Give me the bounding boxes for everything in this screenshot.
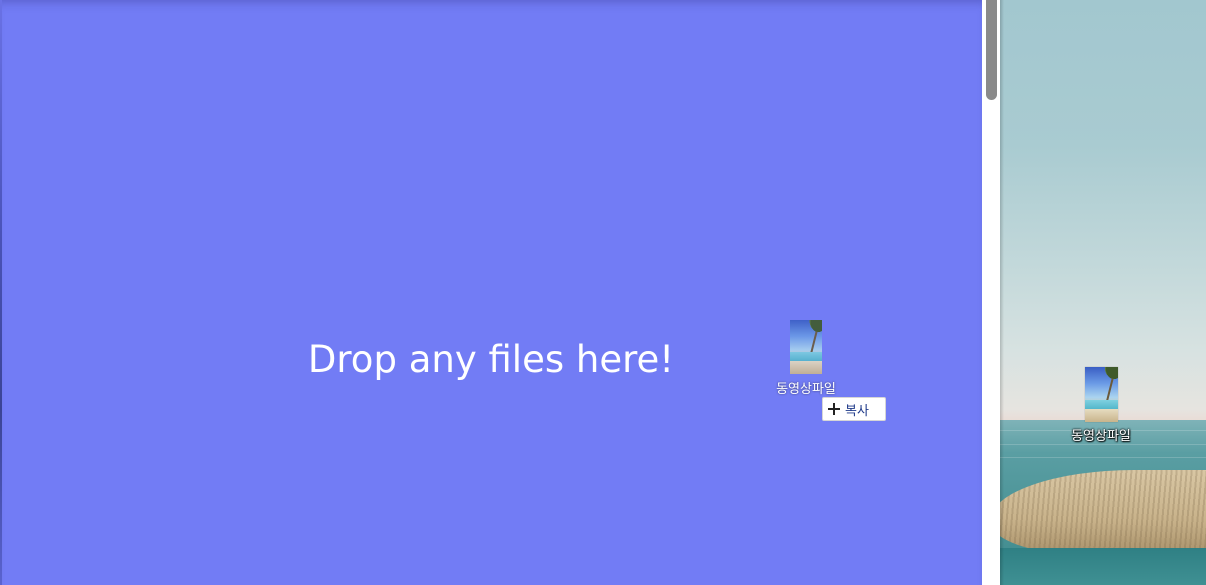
- desktop-file-label[interactable]: 동영상파일: [1058, 428, 1144, 446]
- scrollbar-thumb[interactable]: [986, 0, 997, 100]
- desktop-wallpaper: [1000, 0, 1206, 585]
- window-edge-shadow: [1000, 0, 1004, 585]
- screen: Drop any files here! 동영상파일 복사 동영상파일: [0, 0, 1206, 585]
- copy-badge-label: 복사: [845, 403, 869, 419]
- thumbnail-palm: [1098, 367, 1118, 389]
- plus-icon: [828, 403, 840, 415]
- wallpaper-reflection: [1000, 548, 1206, 585]
- thumbnail-sand: [1085, 408, 1118, 422]
- wallpaper-wave: [1000, 457, 1206, 458]
- desktop-video-file-icon[interactable]: [1085, 367, 1118, 422]
- file-drop-zone[interactable]: Drop any files here!: [0, 0, 982, 585]
- drop-zone-edge: [0, 0, 2, 585]
- thumbnail-palm: [802, 320, 822, 342]
- drop-message: Drop any files here!: [307, 338, 675, 381]
- dragged-video-thumbnail-icon: [790, 320, 822, 374]
- copy-drop-badge: 복사: [822, 397, 886, 421]
- thumbnail-sand: [790, 361, 822, 374]
